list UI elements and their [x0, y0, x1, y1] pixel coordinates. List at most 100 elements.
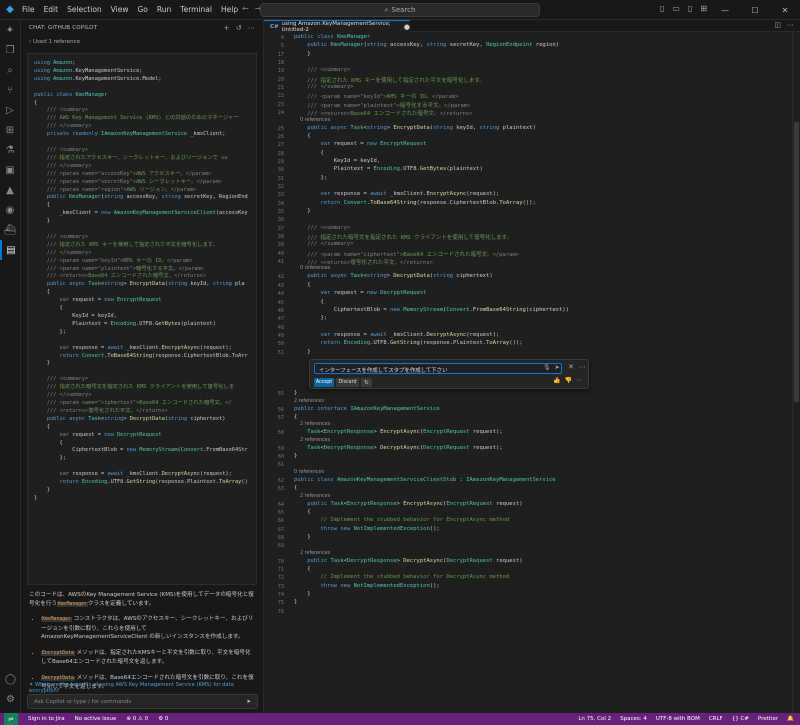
code-editor[interactable]: インターフェースを作成してスタブを作成して下さい 🎙 ➤ ✕ ⋯ Accept … [264, 32, 800, 713]
code-line[interactable]: /// <summary> [294, 67, 350, 73]
toggle-panel-icon[interactable]: ▭ [672, 4, 680, 13]
menu-help[interactable]: Help [221, 5, 238, 14]
settings-gear-icon[interactable]: ⚙ [0, 689, 21, 709]
thumbs-down-icon[interactable]: 👎 [565, 377, 572, 384]
account-icon[interactable]: ◯ [0, 669, 21, 689]
code-line[interactable]: public class AmazonKeyManagementServiceC… [294, 477, 556, 483]
code-line[interactable]: throw new NotImplementedException(); [294, 583, 440, 589]
more-actions-icon[interactable]: ⋯ [787, 21, 794, 29]
maximize-icon[interactable]: ☐ [740, 0, 770, 20]
code-line[interactable]: var request = new EncryptRequest [294, 141, 427, 147]
more-icon[interactable]: ⋯ [248, 24, 255, 32]
accept-button[interactable]: Accept [314, 378, 334, 387]
code-line[interactable]: var response = await _kmsClient.DecryptA… [294, 332, 500, 338]
code-line[interactable]: /// <returns>復号化された平文。</returns> [294, 258, 433, 266]
codelens-references[interactable]: 2 references [294, 551, 330, 556]
code-line[interactable]: public Task<DecryptResponse> DecryptAsyn… [294, 558, 522, 564]
code-line[interactable]: KeyId = keyId, [294, 158, 380, 164]
command-center-search[interactable]: ⌕ Search [260, 3, 540, 17]
status-ports[interactable]: ⚙ 0 [158, 716, 168, 722]
code-line[interactable]: { [294, 282, 310, 288]
github-icon[interactable]: ◉ [0, 200, 20, 220]
menu-terminal[interactable]: Terminal [180, 5, 212, 14]
explorer-icon[interactable]: ❐ [0, 40, 20, 60]
unsaved-dot-icon[interactable]: ● [404, 23, 410, 31]
tab-untitled-2[interactable]: C# using Amazon.KeyManagementService; Un… [264, 20, 410, 33]
status-encoding[interactable]: UTF-8 with BOM [656, 716, 700, 722]
code-line[interactable]: { [294, 566, 310, 572]
code-line[interactable]: } [294, 208, 310, 214]
code-line[interactable]: } [294, 599, 297, 605]
send-icon[interactable]: ➤ [246, 699, 251, 705]
code-line[interactable]: } [294, 534, 310, 540]
code-line[interactable]: } [294, 591, 310, 597]
code-line[interactable]: { [294, 509, 310, 515]
close-window-icon[interactable]: ✕ [770, 0, 800, 20]
new-chat-icon[interactable]: + [224, 24, 230, 32]
code-line[interactable]: return Encoding.UTF8.GetString(response.… [294, 340, 523, 346]
code-line[interactable]: public async Task<string> EncryptData(st… [294, 125, 536, 131]
regenerate-icon[interactable]: ↻ [361, 378, 372, 387]
code-line[interactable]: return Convert.ToBase64String(response.C… [294, 200, 536, 206]
codelens-references[interactable]: 2 references [294, 494, 330, 499]
code-line[interactable]: /// </summary> [294, 84, 353, 90]
code-line[interactable]: var response = await _kmsClient.EncryptA… [294, 191, 500, 197]
remote-explorer-icon[interactable]: ▣ [0, 160, 20, 180]
codelens-references[interactable]: 0 references [294, 266, 330, 271]
extensions-icon[interactable]: ⊞ [0, 120, 20, 140]
menu-run[interactable]: Run [157, 5, 171, 14]
history-icon[interactable]: ↺ [236, 24, 242, 32]
send-inline-icon[interactable]: ➤ [555, 364, 560, 371]
code-line[interactable]: }; [294, 315, 327, 321]
chat-icon[interactable]: ▤ [0, 240, 20, 260]
code-line[interactable]: } [294, 349, 310, 355]
search-activity-icon[interactable]: ⌕ [0, 60, 20, 80]
code-line[interactable]: public async Task<string> DecryptData(st… [294, 273, 493, 279]
editor-scrollbar[interactable] [792, 32, 800, 713]
code-line[interactable]: } [294, 453, 297, 459]
code-line[interactable]: } [294, 390, 297, 396]
status-prettier[interactable]: Prettier [758, 716, 778, 722]
menu-edit[interactable]: Edit [44, 5, 59, 14]
mic-icon[interactable]: 🎙 [543, 364, 551, 371]
code-line[interactable]: public Task<EncryptResponse> EncryptAsyn… [294, 501, 522, 507]
code-line[interactable]: Task<DecryptResponse> DecryptAsync(Decry… [294, 445, 502, 451]
discard-button[interactable]: Discard [336, 378, 359, 387]
code-line[interactable]: var request = new DecryptRequest [294, 290, 427, 296]
codelens-references[interactable]: 0 references [294, 118, 330, 123]
azure-icon[interactable]: ▲ [0, 180, 20, 200]
status-language[interactable]: {} C# [732, 716, 749, 722]
code-line[interactable]: /// <param name="ciphertext">Base64 エンコー… [294, 250, 519, 258]
used-reference[interactable]: › Used 1 reference [29, 39, 255, 45]
code-line[interactable]: /// <summary> [294, 225, 350, 231]
code-line[interactable]: /// <returns>Base64 エンコードされた暗号文。</return… [294, 109, 472, 117]
inline-chat-input[interactable]: インターフェースを作成してスタブを作成して下さい [314, 363, 562, 374]
chat-code-block[interactable]: using Amazon; using Amazon.KeyManagement… [27, 53, 257, 585]
status-issue[interactable]: No active issue [75, 716, 117, 722]
codelens-references[interactable]: 0 references [294, 470, 324, 475]
followup-suggestion[interactable]: ✦ What are the benefits of using AWS Key… [29, 682, 263, 694]
codelens-references[interactable]: 2 references [294, 438, 330, 443]
codelens-references[interactable]: 2 references [294, 422, 330, 427]
toggle-sidebar-icon[interactable]: ▯ [660, 4, 664, 13]
code-line[interactable]: // Implement the stubbed behavior for En… [294, 517, 509, 523]
code-line[interactable]: } [294, 51, 310, 57]
back-arrow-icon[interactable]: ← [242, 4, 249, 13]
copilot-icon[interactable]: ✦ [0, 20, 20, 40]
code-line[interactable]: { [294, 133, 310, 139]
status-eol[interactable]: CRLF [709, 716, 723, 722]
code-line[interactable]: CiphertextBlob = new MemoryStream(Conver… [294, 307, 569, 313]
menu-go[interactable]: Go [137, 5, 147, 14]
code-line[interactable]: { [294, 150, 323, 156]
menu-selection[interactable]: Selection [67, 5, 102, 14]
status-problems[interactable]: ⊗ 0 ⚠ 0 [126, 716, 148, 722]
docker-icon[interactable]: ⛴ [0, 220, 20, 240]
code-line[interactable]: public KmsManager(string accessKey, stri… [294, 42, 559, 48]
code-line[interactable]: { [294, 485, 297, 491]
scrollbar-thumb[interactable] [794, 122, 799, 402]
run-debug-icon[interactable]: ▷ [0, 100, 20, 120]
code-line[interactable]: /// <param name="plaintext">暗号化する平文。</pa… [294, 101, 470, 109]
code-line[interactable]: // Implement the stubbed behavior for De… [294, 574, 509, 580]
close-icon[interactable]: ✕ [568, 363, 574, 371]
status-indent[interactable]: Spaces: 4 [620, 716, 647, 722]
